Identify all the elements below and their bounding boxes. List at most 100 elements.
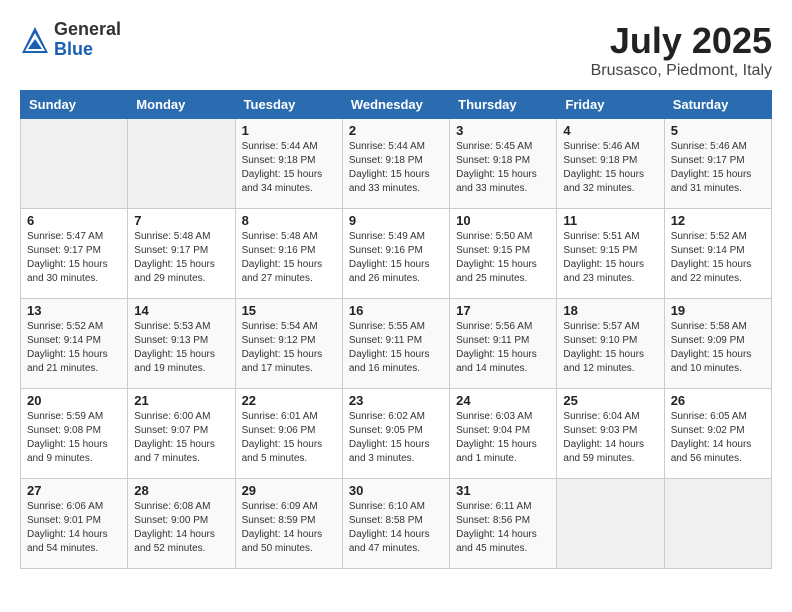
day-number: 19	[671, 303, 765, 318]
day-number: 22	[242, 393, 336, 408]
col-header-sunday: Sunday	[21, 91, 128, 119]
day-detail: Sunrise: 5:52 AM Sunset: 9:14 PM Dayligh…	[671, 230, 765, 286]
calendar-cell: 9Sunrise: 5:49 AM Sunset: 9:16 PM Daylig…	[342, 209, 449, 299]
day-detail: Sunrise: 6:11 AM Sunset: 8:56 PM Dayligh…	[456, 500, 550, 556]
calendar-cell: 17Sunrise: 5:56 AM Sunset: 9:11 PM Dayli…	[450, 299, 557, 389]
day-detail: Sunrise: 5:58 AM Sunset: 9:09 PM Dayligh…	[671, 320, 765, 376]
calendar-cell: 25 Sunrise: 6:04 AM Sunset: 9:03 PM Dayli…	[557, 389, 664, 479]
calendar-cell: 29 Sunrise: 6:09 AM Sunset: 8:59 PM Dayli…	[235, 479, 342, 569]
day-number: 4	[563, 123, 657, 138]
day-detail: Sunrise: 5:45 AM Sunset: 9:18 PM Dayligh…	[456, 140, 550, 196]
logo-general-text: General	[54, 20, 121, 40]
day-number: 7	[134, 213, 228, 228]
day-detail: Sunrise: 5:53 AM Sunset: 9:13 PM Dayligh…	[134, 320, 228, 376]
day-number: 13	[27, 303, 121, 318]
calendar-cell: 23 Sunrise: 6:02 AM Sunset: 9:05 PM Dayli…	[342, 389, 449, 479]
calendar-cell: 7 Sunrise: 5:48 AM Sunset: 9:17 PM Daylig…	[128, 209, 235, 299]
logo-icon	[20, 25, 50, 55]
calendar-week-4: 20Sunrise: 5:59 AM Sunset: 9:08 PM Dayli…	[21, 389, 772, 479]
day-number: 12	[671, 213, 765, 228]
col-header-tuesday: Tuesday	[235, 91, 342, 119]
day-detail: Sunrise: 5:48 AM Sunset: 9:17 PM Dayligh…	[134, 230, 228, 286]
day-number: 27	[27, 483, 121, 498]
day-number: 30	[349, 483, 443, 498]
day-detail: Sunrise: 6:01 AM Sunset: 9:06 PM Dayligh…	[242, 410, 336, 466]
day-detail: Sunrise: 5:52 AM Sunset: 9:14 PM Dayligh…	[27, 320, 121, 376]
calendar-cell: 20Sunrise: 5:59 AM Sunset: 9:08 PM Dayli…	[21, 389, 128, 479]
day-number: 14	[134, 303, 228, 318]
day-detail: Sunrise: 5:51 AM Sunset: 9:15 PM Dayligh…	[563, 230, 657, 286]
col-header-friday: Friday	[557, 91, 664, 119]
day-detail: Sunrise: 6:09 AM Sunset: 8:59 PM Dayligh…	[242, 500, 336, 556]
calendar-cell: 19 Sunrise: 5:58 AM Sunset: 9:09 PM Dayli…	[664, 299, 771, 389]
day-detail: Sunrise: 6:10 AM Sunset: 8:58 PM Dayligh…	[349, 500, 443, 556]
day-detail: Sunrise: 5:54 AM Sunset: 9:12 PM Dayligh…	[242, 320, 336, 376]
calendar-cell: 31 Sunrise: 6:11 AM Sunset: 8:56 PM Dayli…	[450, 479, 557, 569]
day-number: 3	[456, 123, 550, 138]
day-number: 17	[456, 303, 550, 318]
logo-blue-text: Blue	[54, 40, 121, 60]
calendar-cell	[128, 119, 235, 209]
page-header: General Blue July 2025 Brusasco, Piedmon…	[20, 20, 772, 80]
calendar-week-1: 1Sunrise: 5:44 AM Sunset: 9:18 PM Daylig…	[21, 119, 772, 209]
calendar-cell: 8 Sunrise: 5:48 AM Sunset: 9:16 PM Daylig…	[235, 209, 342, 299]
day-number: 16	[349, 303, 443, 318]
calendar-cell: 26 Sunrise: 6:05 AM Sunset: 9:02 PM Dayli…	[664, 389, 771, 479]
day-number: 31	[456, 483, 550, 498]
day-number: 23	[349, 393, 443, 408]
day-detail: Sunrise: 5:49 AM Sunset: 9:16 PM Dayligh…	[349, 230, 443, 286]
calendar-cell	[664, 479, 771, 569]
logo-text: General Blue	[54, 20, 121, 60]
day-detail: Sunrise: 5:55 AM Sunset: 9:11 PM Dayligh…	[349, 320, 443, 376]
day-detail: Sunrise: 6:05 AM Sunset: 9:02 PM Dayligh…	[671, 410, 765, 466]
day-detail: Sunrise: 5:47 AM Sunset: 9:17 PM Dayligh…	[27, 230, 121, 286]
day-number: 29	[242, 483, 336, 498]
day-detail: Sunrise: 5:59 AM Sunset: 9:08 PM Dayligh…	[27, 410, 121, 466]
day-detail: Sunrise: 6:00 AM Sunset: 9:07 PM Dayligh…	[134, 410, 228, 466]
day-number: 11	[563, 213, 657, 228]
calendar-cell: 22 Sunrise: 6:01 AM Sunset: 9:06 PM Dayli…	[235, 389, 342, 479]
day-number: 28	[134, 483, 228, 498]
calendar-cell: 11 Sunrise: 5:51 AM Sunset: 9:15 PM Dayli…	[557, 209, 664, 299]
day-detail: Sunrise: 5:50 AM Sunset: 9:15 PM Dayligh…	[456, 230, 550, 286]
day-detail: Sunrise: 6:03 AM Sunset: 9:04 PM Dayligh…	[456, 410, 550, 466]
calendar-cell: 28Sunrise: 6:08 AM Sunset: 9:00 PM Dayli…	[128, 479, 235, 569]
day-number: 25	[563, 393, 657, 408]
day-number: 2	[349, 123, 443, 138]
day-detail: Sunrise: 6:02 AM Sunset: 9:05 PM Dayligh…	[349, 410, 443, 466]
calendar-cell: 27 Sunrise: 6:06 AM Sunset: 9:01 PM Dayli…	[21, 479, 128, 569]
day-detail: Sunrise: 6:06 AM Sunset: 9:01 PM Dayligh…	[27, 500, 121, 556]
logo: General Blue	[20, 20, 121, 60]
calendar-week-2: 6 Sunrise: 5:47 AM Sunset: 9:17 PM Daylig…	[21, 209, 772, 299]
day-detail: Sunrise: 5:57 AM Sunset: 9:10 PM Dayligh…	[563, 320, 657, 376]
calendar-cell: 1Sunrise: 5:44 AM Sunset: 9:18 PM Daylig…	[235, 119, 342, 209]
day-number: 26	[671, 393, 765, 408]
col-header-monday: Monday	[128, 91, 235, 119]
calendar-cell: 13 Sunrise: 5:52 AM Sunset: 9:14 PM Dayli…	[21, 299, 128, 389]
day-number: 1	[242, 123, 336, 138]
day-detail: Sunrise: 5:46 AM Sunset: 9:17 PM Dayligh…	[671, 140, 765, 196]
day-number: 5	[671, 123, 765, 138]
calendar-cell: 18 Sunrise: 5:57 AM Sunset: 9:10 PM Dayli…	[557, 299, 664, 389]
calendar-cell: 30 Sunrise: 6:10 AM Sunset: 8:58 PM Dayli…	[342, 479, 449, 569]
day-detail: Sunrise: 5:46 AM Sunset: 9:18 PM Dayligh…	[563, 140, 657, 196]
calendar-cell	[557, 479, 664, 569]
title-area: July 2025 Brusasco, Piedmont, Italy	[591, 20, 772, 80]
day-detail: Sunrise: 6:04 AM Sunset: 9:03 PM Dayligh…	[563, 410, 657, 466]
location: Brusasco, Piedmont, Italy	[591, 62, 772, 80]
day-number: 15	[242, 303, 336, 318]
day-number: 8	[242, 213, 336, 228]
calendar-cell: 6 Sunrise: 5:47 AM Sunset: 9:17 PM Daylig…	[21, 209, 128, 299]
day-number: 21	[134, 393, 228, 408]
calendar-cell: 16 Sunrise: 5:55 AM Sunset: 9:11 PM Dayli…	[342, 299, 449, 389]
day-number: 24	[456, 393, 550, 408]
calendar-header-row: SundayMondayTuesdayWednesdayThursdayFrid…	[21, 91, 772, 119]
calendar-cell: 4 Sunrise: 5:46 AM Sunset: 9:18 PM Daylig…	[557, 119, 664, 209]
col-header-thursday: Thursday	[450, 91, 557, 119]
month-title: July 2025	[591, 20, 772, 62]
calendar-cell: 2Sunrise: 5:44 AM Sunset: 9:18 PM Daylig…	[342, 119, 449, 209]
day-detail: Sunrise: 5:48 AM Sunset: 9:16 PM Dayligh…	[242, 230, 336, 286]
day-number: 6	[27, 213, 121, 228]
day-number: 18	[563, 303, 657, 318]
calendar-cell: 10Sunrise: 5:50 AM Sunset: 9:15 PM Dayli…	[450, 209, 557, 299]
